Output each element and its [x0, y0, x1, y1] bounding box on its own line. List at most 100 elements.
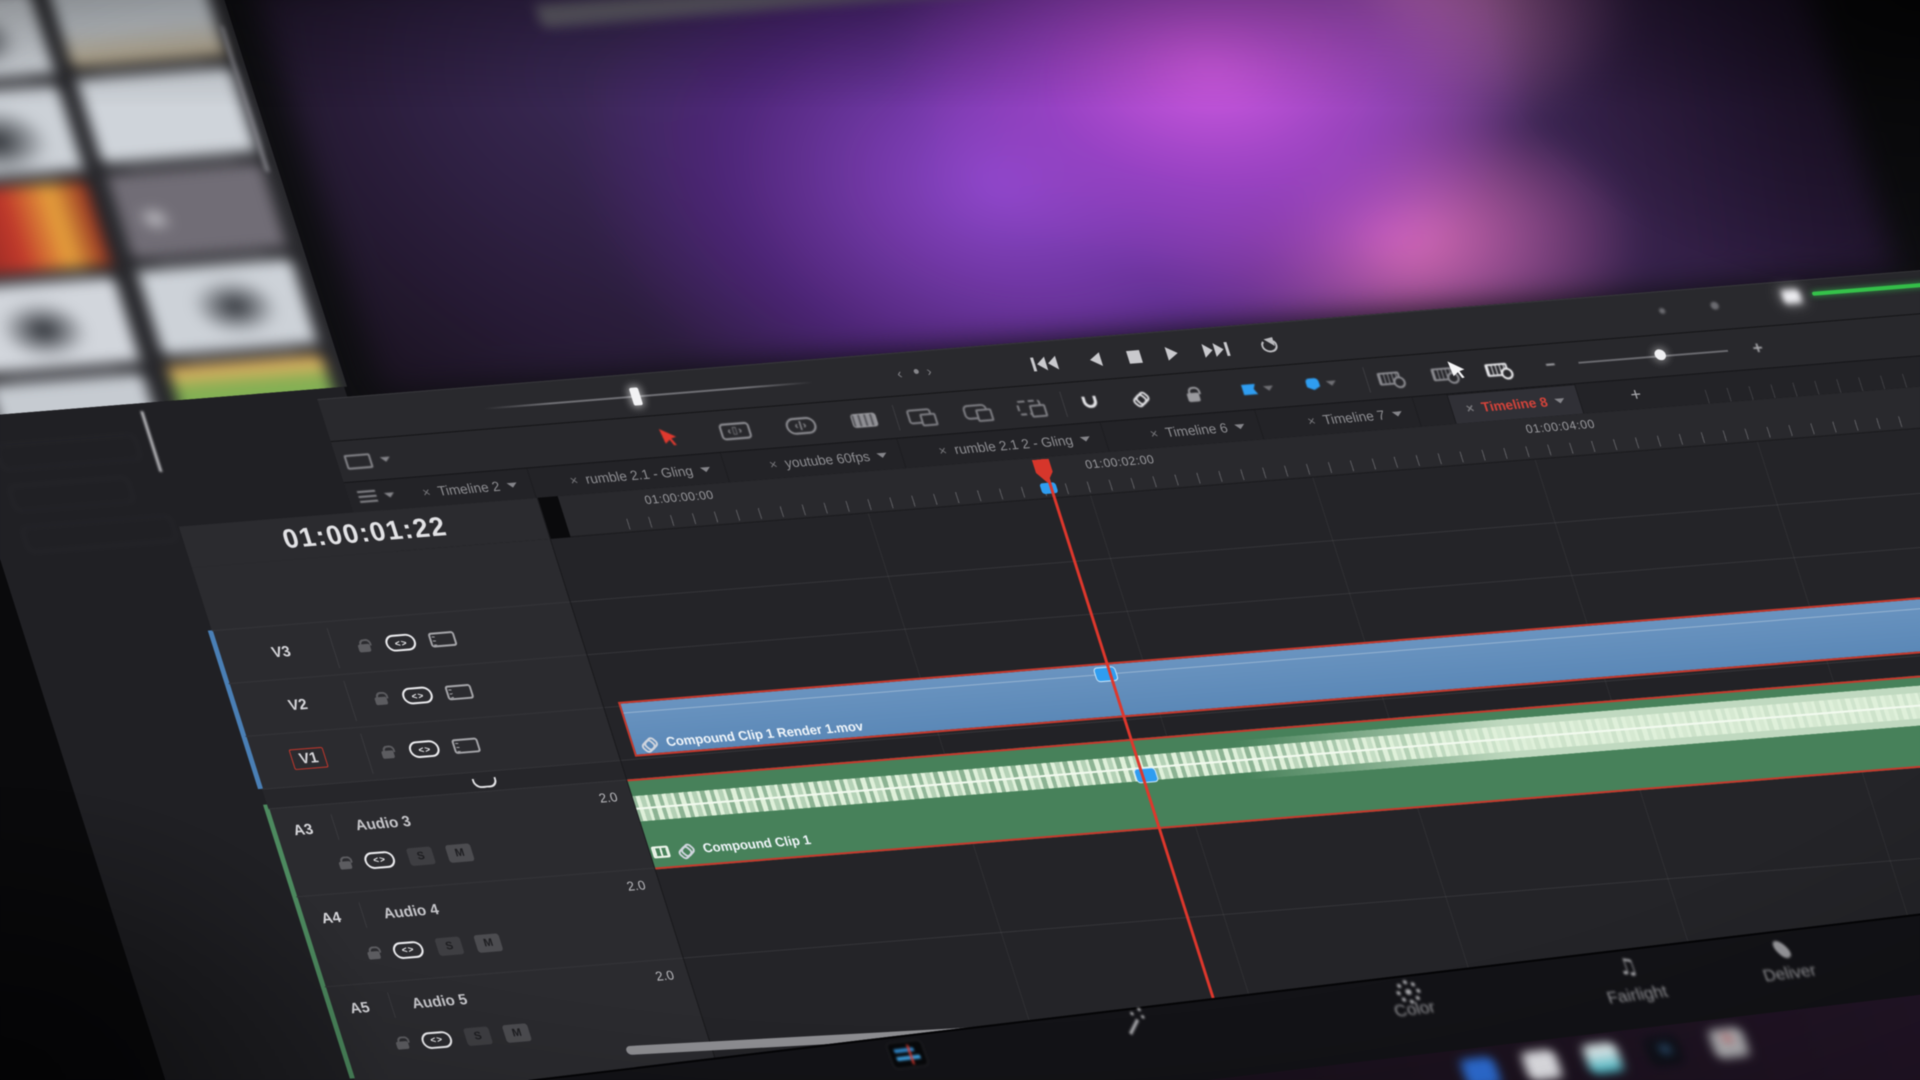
- overwrite-clip-button[interactable]: [958, 394, 992, 429]
- frame-step-controls[interactable]: ‹ ›: [894, 363, 937, 382]
- dock-icon[interactable]: [1520, 1049, 1564, 1080]
- selection-mode-tool[interactable]: [657, 419, 683, 453]
- ruler-label: 01:00:02:00: [1083, 452, 1156, 471]
- ruler-label: 01:00:04:00: [1524, 417, 1597, 436]
- auto-select-icon[interactable]: <>: [400, 686, 435, 705]
- lock-icon[interactable]: [374, 697, 388, 706]
- zoom-full-extent-button[interactable]: [1373, 361, 1405, 396]
- flag-button[interactable]: [1237, 371, 1278, 407]
- first-frame-button[interactable]: [1028, 351, 1060, 376]
- clip-thumbnail[interactable]: [0, 277, 141, 374]
- track-enable-icon[interactable]: [451, 737, 482, 754]
- auto-select-icon[interactable]: <>: [419, 1030, 454, 1049]
- clip-thumbnail[interactable]: [76, 67, 257, 164]
- mute-button[interactable]: M: [502, 1023, 533, 1043]
- close-icon[interactable]: ×: [1305, 413, 1317, 428]
- page-fairlight[interactable]: ♫ Fairlight: [1564, 948, 1700, 1012]
- panel-scrollbar[interactable]: [140, 411, 162, 472]
- page-fusion[interactable]: [1070, 1007, 1196, 1043]
- chevron-down-icon[interactable]: [1392, 411, 1404, 417]
- solo-button[interactable]: S: [406, 846, 437, 866]
- play-button[interactable]: [1163, 341, 1181, 365]
- position-lock-button[interactable]: [1181, 377, 1204, 411]
- loop-playback-button[interactable]: [1258, 333, 1281, 358]
- replace-clip-button[interactable]: [1012, 389, 1046, 424]
- razor-edit-mode-tool[interactable]: [847, 403, 882, 438]
- auto-select-icon[interactable]: <>: [391, 940, 426, 959]
- chevron-down-icon[interactable]: [1234, 423, 1246, 429]
- edit-page-icon: [885, 1039, 930, 1070]
- dock-icon[interactable]: [1707, 1026, 1751, 1059]
- zoom-out-button[interactable]: −: [1540, 348, 1560, 382]
- lock-icon[interactable]: [358, 644, 372, 653]
- close-icon[interactable]: ×: [568, 472, 580, 487]
- mute-button[interactable]: M: [473, 933, 504, 953]
- chevron-down-icon[interactable]: [1555, 398, 1567, 404]
- dock-icon[interactable]: [1459, 1056, 1503, 1080]
- chevron-down-icon[interactable]: [700, 466, 712, 472]
- clip-thumbnail[interactable]: [0, 181, 112, 278]
- marker-button[interactable]: [1301, 366, 1341, 402]
- close-icon[interactable]: ×: [420, 484, 432, 499]
- auto-select-icon[interactable]: <>: [362, 850, 397, 869]
- auto-select-icon[interactable]: <>: [407, 740, 442, 759]
- clip-thumbnail[interactable]: [45, 0, 226, 68]
- trim-edit-mode-tool[interactable]: ‹▯›: [715, 413, 755, 449]
- insert-clip-button[interactable]: [902, 398, 936, 433]
- play-reverse-button[interactable]: [1086, 347, 1104, 371]
- dock-icon[interactable]: [1581, 1041, 1625, 1074]
- trim-handle[interactable]: [1093, 666, 1120, 682]
- zoom-in-button[interactable]: +: [1748, 331, 1768, 365]
- stop-button[interactable]: [1124, 344, 1144, 369]
- lock-icon[interactable]: [381, 750, 395, 759]
- last-frame-button[interactable]: [1200, 337, 1232, 362]
- lock-icon[interactable]: [338, 860, 352, 869]
- auto-select-icon[interactable]: <>: [383, 633, 418, 652]
- solo-button[interactable]: S: [434, 936, 465, 956]
- track-name: Audio 3: [353, 813, 413, 834]
- chevron-down-icon[interactable]: [1080, 436, 1092, 442]
- dock-icon[interactable]: [1642, 1034, 1686, 1067]
- track-label-targeted[interactable]: V1: [288, 747, 329, 770]
- clip-thumbnail[interactable]: [106, 163, 287, 260]
- jog-track: [484, 381, 814, 409]
- chevron-down-icon[interactable]: [877, 452, 889, 458]
- lock-icon[interactable]: [367, 950, 381, 959]
- clip-thumbnail[interactable]: [137, 259, 318, 356]
- track-name: Audio 4: [381, 901, 441, 922]
- ruler-label: 01:00:00:00: [643, 488, 716, 507]
- page-deliver[interactable]: Deliver: [1718, 930, 1853, 991]
- linked-selection-button[interactable]: [1128, 381, 1154, 416]
- track-label: A4: [319, 909, 343, 927]
- audio-monitor-icon[interactable]: [1780, 289, 1802, 304]
- close-icon[interactable]: ×: [1148, 425, 1160, 440]
- link-icon: [639, 737, 659, 750]
- link-icon: [676, 843, 696, 856]
- channel-format: 2.0: [653, 968, 676, 984]
- lock-icon[interactable]: [395, 1040, 409, 1049]
- zoom-slider-handle[interactable]: [1653, 349, 1667, 361]
- dynamic-trim-mode-tool[interactable]: ‹|›: [781, 408, 821, 444]
- timeline-view-options-button[interactable]: [340, 442, 395, 479]
- snapping-button[interactable]: [1078, 385, 1103, 419]
- close-icon[interactable]: ×: [936, 442, 948, 457]
- frame-forward-icon[interactable]: ›: [924, 363, 938, 379]
- page-color[interactable]: Color: [1346, 974, 1478, 1026]
- timeline-list-button[interactable]: [356, 485, 397, 505]
- page-edit[interactable]: [844, 1034, 972, 1074]
- frame-back-icon[interactable]: ‹: [894, 365, 908, 381]
- close-icon[interactable]: ×: [767, 456, 779, 471]
- compound-clip-icon: [650, 845, 671, 858]
- zoom-custom-button[interactable]: [1480, 352, 1512, 387]
- mute-button[interactable]: M: [445, 843, 476, 863]
- add-timeline-tab-button[interactable]: +: [1612, 378, 1660, 410]
- chevron-down-icon[interactable]: [507, 482, 519, 488]
- track-enable-icon[interactable]: [428, 631, 459, 648]
- clip-thumbnail[interactable]: [0, 85, 84, 182]
- solo-button[interactable]: S: [463, 1026, 494, 1046]
- close-icon[interactable]: ×: [1464, 401, 1476, 416]
- zoom-slider-track[interactable]: [1578, 350, 1728, 364]
- track-enable-icon[interactable]: [444, 684, 475, 701]
- status-dot-icon: [1709, 301, 1719, 309]
- clip-thumbnail[interactable]: [0, 0, 55, 85]
